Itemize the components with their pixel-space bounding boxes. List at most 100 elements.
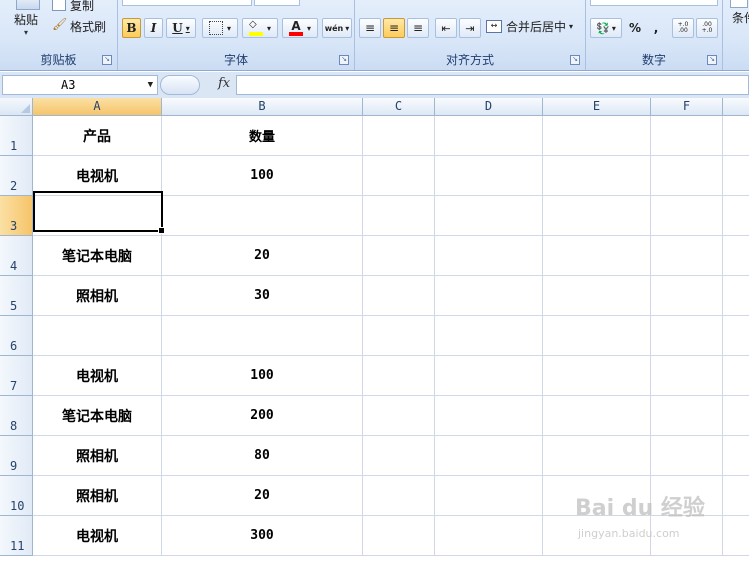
name-box[interactable]: A3 ▼ — [2, 75, 158, 95]
row-header-3[interactable]: 3 — [0, 196, 33, 236]
cell-e1[interactable] — [543, 116, 651, 156]
cell-c11[interactable] — [363, 516, 435, 556]
column-header-e[interactable]: E — [543, 98, 651, 116]
cell-c2[interactable] — [363, 156, 435, 196]
cell-a6[interactable] — [33, 316, 162, 356]
row-header-1[interactable]: 1 — [0, 116, 33, 156]
cell-g1[interactable] — [723, 116, 749, 156]
cell-a4[interactable]: 笔记本电脑 — [33, 236, 162, 276]
cell-a10[interactable]: 照相机 — [33, 476, 162, 516]
cell-e4[interactable] — [543, 236, 651, 276]
cell-f2[interactable] — [651, 156, 723, 196]
cell-a7[interactable]: 电视机 — [33, 356, 162, 396]
format-painter-button[interactable]: 🖌 格式刷 — [52, 17, 114, 35]
comma-button[interactable]: , — [648, 18, 664, 38]
cell-e8[interactable] — [543, 396, 651, 436]
formula-expand-handle[interactable] — [160, 75, 200, 95]
cell-b7[interactable]: 100 — [162, 356, 363, 396]
column-header-b[interactable]: B — [162, 98, 363, 116]
cell-g5[interactable] — [723, 276, 749, 316]
cell-b5[interactable]: 30 — [162, 276, 363, 316]
cell-d1[interactable] — [435, 116, 543, 156]
cell-d8[interactable] — [435, 396, 543, 436]
align-right-button[interactable]: ≡ — [407, 18, 429, 38]
bold-button[interactable]: B — [122, 18, 141, 38]
cell-e5[interactable] — [543, 276, 651, 316]
cell-d3[interactable] — [435, 196, 543, 236]
cell-b10[interactable]: 20 — [162, 476, 363, 516]
cell-d5[interactable] — [435, 276, 543, 316]
cell-e6[interactable] — [543, 316, 651, 356]
cell-g3[interactable] — [723, 196, 749, 236]
underline-button[interactable]: U ▾ — [166, 18, 196, 38]
merge-center-button[interactable]: ↔ 合并后居中 ▾ — [485, 16, 581, 36]
cell-b11[interactable]: 300 — [162, 516, 363, 556]
cell-a11[interactable]: 电视机 — [33, 516, 162, 556]
cell-f8[interactable] — [651, 396, 723, 436]
row-header-5[interactable]: 5 — [0, 276, 33, 316]
cell-f9[interactable] — [651, 436, 723, 476]
cell-e2[interactable] — [543, 156, 651, 196]
cell-g8[interactable] — [723, 396, 749, 436]
row-header-7[interactable]: 7 — [0, 356, 33, 396]
font-color-button[interactable]: A ▾ — [282, 18, 318, 38]
cell-b9[interactable]: 80 — [162, 436, 363, 476]
row-header-8[interactable]: 8 — [0, 396, 33, 436]
cell-d7[interactable] — [435, 356, 543, 396]
decrease-decimal-button[interactable]: .00 +.0 — [696, 18, 718, 38]
cell-b6[interactable] — [162, 316, 363, 356]
cell-e3[interactable] — [543, 196, 651, 236]
cell-b2[interactable]: 100 — [162, 156, 363, 196]
conditional-format-button[interactable]: 条件 — [724, 0, 749, 48]
cell-f7[interactable] — [651, 356, 723, 396]
decrease-indent-button[interactable]: ⇤ — [435, 18, 457, 38]
cell-g10[interactable] — [723, 476, 749, 516]
cell-c7[interactable] — [363, 356, 435, 396]
cell-c6[interactable] — [363, 316, 435, 356]
cell-g2[interactable] — [723, 156, 749, 196]
column-header-f[interactable]: F — [651, 98, 723, 116]
cell-d2[interactable] — [435, 156, 543, 196]
cell-c8[interactable] — [363, 396, 435, 436]
clipboard-launcher-icon[interactable]: ↘ — [102, 55, 112, 65]
font-name-field[interactable] — [122, 0, 252, 6]
row-header-2[interactable]: 2 — [0, 156, 33, 196]
paste-button[interactable]: 粘贴 ▾ — [6, 0, 48, 48]
column-header-d[interactable]: D — [435, 98, 543, 116]
row-header-9[interactable]: 9 — [0, 436, 33, 476]
cell-e9[interactable] — [543, 436, 651, 476]
phonetic-button[interactable]: wén ▾ — [322, 18, 352, 38]
cell-d4[interactable] — [435, 236, 543, 276]
insert-function-icon[interactable]: fx — [218, 76, 230, 91]
active-cell-a3[interactable] — [33, 191, 163, 232]
cell-g7[interactable] — [723, 356, 749, 396]
cell-g9[interactable] — [723, 436, 749, 476]
cell-a2[interactable]: 电视机 — [33, 156, 162, 196]
alignment-launcher-icon[interactable]: ↘ — [570, 55, 580, 65]
increase-indent-button[interactable]: ⇥ — [459, 18, 481, 38]
cell-c9[interactable] — [363, 436, 435, 476]
column-header-c[interactable]: C — [363, 98, 435, 116]
cell-a8[interactable]: 笔记本电脑 — [33, 396, 162, 436]
font-launcher-icon[interactable]: ↘ — [339, 55, 349, 65]
cell-d6[interactable] — [435, 316, 543, 356]
cell-d10[interactable] — [435, 476, 543, 516]
cell-b4[interactable]: 20 — [162, 236, 363, 276]
cell-e7[interactable] — [543, 356, 651, 396]
cell-b1[interactable]: 数量 — [162, 116, 363, 156]
cell-c5[interactable] — [363, 276, 435, 316]
cell-a1[interactable]: 产品 — [33, 116, 162, 156]
select-all-corner[interactable] — [0, 98, 33, 116]
column-header-a[interactable]: A — [33, 98, 162, 116]
cell-b3[interactable] — [162, 196, 363, 236]
percent-button[interactable]: % — [624, 18, 646, 38]
cell-g6[interactable] — [723, 316, 749, 356]
italic-button[interactable]: I — [144, 18, 163, 38]
cell-f5[interactable] — [651, 276, 723, 316]
align-center-button[interactable]: ≡ — [383, 18, 405, 38]
cell-f3[interactable] — [651, 196, 723, 236]
row-header-4[interactable]: 4 — [0, 236, 33, 276]
row-header-10[interactable]: 10 — [0, 476, 33, 516]
cell-d11[interactable] — [435, 516, 543, 556]
copy-button[interactable]: 复制 — [52, 0, 112, 14]
